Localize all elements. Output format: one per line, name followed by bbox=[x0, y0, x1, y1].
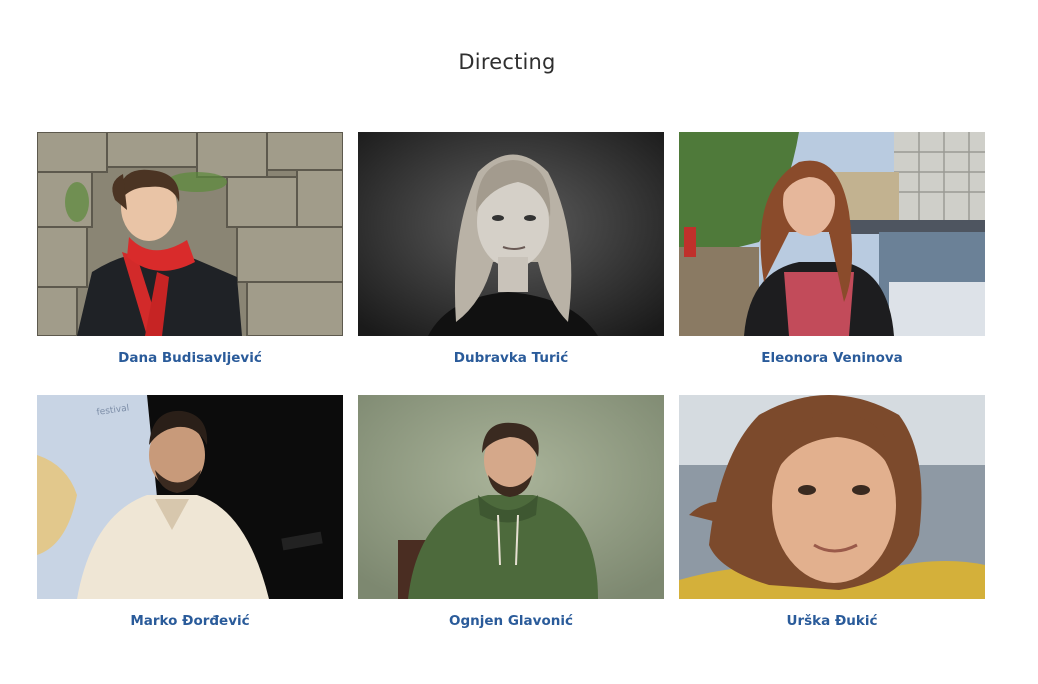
person-photo[interactable] bbox=[679, 395, 985, 599]
person-card[interactable]: Dubravka Turić bbox=[358, 132, 664, 395]
person-photo[interactable] bbox=[358, 395, 664, 599]
person-photo[interactable]: festival bbox=[37, 395, 343, 599]
person-photo[interactable] bbox=[679, 132, 985, 336]
person-card[interactable]: Dana Budisavljević bbox=[37, 132, 343, 395]
section-title: Directing bbox=[458, 50, 556, 74]
person-name-link[interactable]: Ognjen Glavonić bbox=[358, 613, 664, 629]
person-card[interactable]: Urška Đukić bbox=[679, 395, 985, 658]
person-card[interactable]: festival Marko Đorđević bbox=[37, 395, 343, 658]
person-name-link[interactable]: Urška Đukić bbox=[679, 613, 985, 629]
person-name-link[interactable]: Marko Đorđević bbox=[37, 613, 343, 629]
person-name-link[interactable]: Eleonora Veninova bbox=[679, 350, 985, 366]
person-name-link[interactable]: Dubravka Turić bbox=[358, 350, 664, 366]
person-card[interactable]: Ognjen Glavonić bbox=[358, 395, 664, 658]
person-photo[interactable] bbox=[358, 132, 664, 336]
people-grid: Dana Budisavljević Dubravka Turić Eleono… bbox=[37, 132, 985, 658]
person-name-link[interactable]: Dana Budisavljević bbox=[37, 350, 343, 366]
person-photo[interactable] bbox=[37, 132, 343, 336]
directing-page: Directing Dana Budisavljević Dubravka Tu… bbox=[0, 0, 1038, 684]
person-card[interactable]: Eleonora Veninova bbox=[679, 132, 985, 395]
